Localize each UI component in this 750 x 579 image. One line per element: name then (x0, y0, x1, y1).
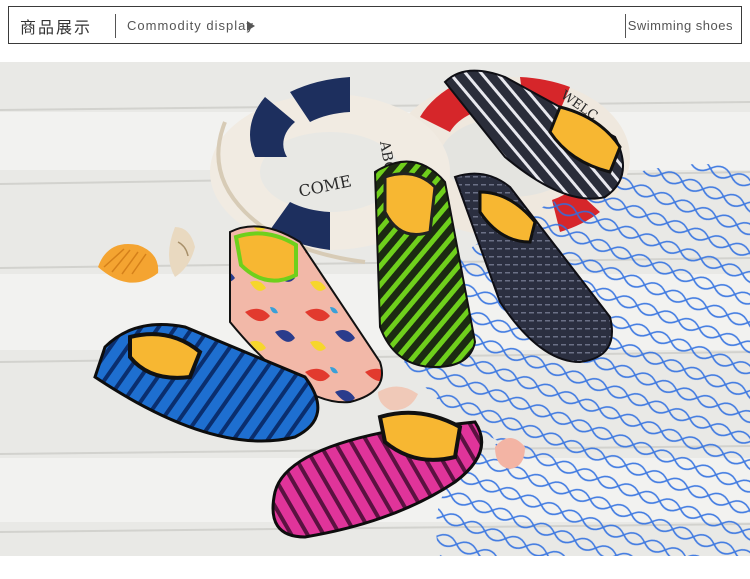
header-category: Swimming shoes (627, 18, 733, 33)
header-divider-right (625, 14, 626, 38)
section-header: 商品展示 Commodity display Swimming shoes (8, 6, 742, 44)
header-divider-left (115, 14, 116, 38)
header-title-cn: 商品展示 (20, 18, 93, 37)
product-photo-illustration: COME ABO WELC (0, 62, 750, 556)
play-arrow-icon (247, 21, 255, 31)
product-photo: COME ABO WELC (0, 62, 750, 556)
header-title-en: Commodity display (127, 18, 254, 33)
